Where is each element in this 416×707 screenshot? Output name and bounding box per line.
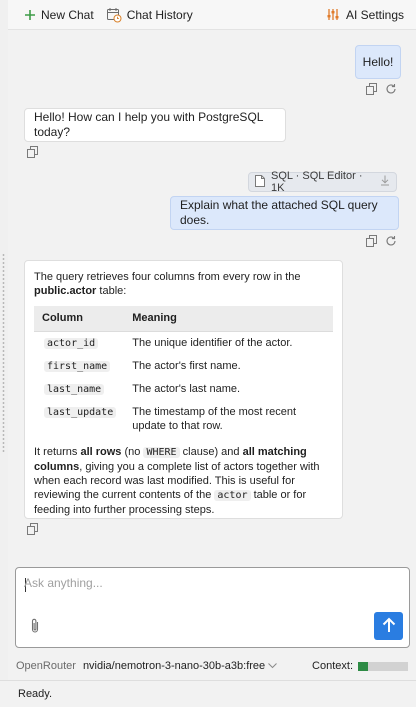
table-header: Meaning	[124, 306, 333, 332]
assistant-answer: The query retrieves four columns from ev…	[24, 260, 343, 519]
copy-icon[interactable]	[366, 83, 378, 95]
prompt-input[interactable]	[24, 576, 394, 598]
answer-intro: The query retrieves four columns from ev…	[34, 271, 301, 297]
table-row: actor_id The unique identifier of the ac…	[34, 332, 333, 356]
toolbar: New Chat Chat History AI Settings	[8, 0, 416, 30]
message-text: Explain what the attached SQL query does…	[180, 198, 378, 227]
arrow-up-icon	[382, 617, 396, 636]
new-chat-button[interactable]: New Chat	[20, 3, 98, 27]
column-name: first_name	[44, 361, 111, 372]
ai-settings-label: AI Settings	[345, 7, 404, 22]
plus-icon	[24, 9, 36, 21]
table-row: first_name The actor's first name.	[34, 355, 333, 378]
model-name: nvidia/nemotron-3-nano-30b-a3b:free	[82, 660, 266, 672]
file-icon	[255, 174, 265, 190]
model-selector[interactable]: nvidia/nemotron-3-nano-30b-a3b:free	[82, 660, 278, 672]
download-icon[interactable]	[380, 175, 390, 189]
copy-icon[interactable]	[27, 146, 39, 158]
column-meaning: The actor's first name.	[132, 360, 241, 372]
attachment-label: SQL · SQL Editor · 1K	[271, 170, 363, 194]
model-bar: OpenRouter nvidia/nemotron-3-nano-30b-a3…	[8, 654, 416, 678]
retry-icon[interactable]	[385, 83, 397, 95]
status-text: Ready.	[18, 688, 53, 700]
context-usage-fill	[358, 661, 368, 671]
retry-icon[interactable]	[385, 235, 397, 247]
column-name: last_update	[44, 407, 117, 418]
provider-label: OpenRouter	[16, 660, 76, 672]
column-meaning: The actor's last name.	[132, 383, 241, 395]
ai-settings-button[interactable]: AI Settings	[322, 3, 408, 27]
attachment-chip[interactable]: SQL · SQL Editor · 1K	[248, 170, 397, 194]
user-message: Explain what the attached SQL query does…	[170, 196, 399, 230]
settings-sparkle-icon	[326, 7, 341, 22]
column-name: last_name	[44, 384, 105, 395]
new-chat-label: New Chat	[41, 7, 94, 22]
chat-history-label: Chat History	[126, 7, 193, 22]
context-label: Context:	[312, 660, 353, 672]
status-bar: Ready.	[0, 680, 416, 707]
context-usage-bar	[358, 661, 408, 671]
message-text: Hello!	[362, 54, 394, 69]
send-button[interactable]	[374, 612, 403, 640]
table-name: public.actor	[34, 285, 97, 297]
table-row: last_name The actor's last name.	[34, 378, 333, 401]
chat-history-button[interactable]: Chat History	[102, 3, 197, 27]
columns-table: Column Meaning actor_id The unique ident…	[34, 306, 333, 437]
paperclip-icon[interactable]	[30, 618, 40, 637]
column-meaning: The timestamp of the most recent update …	[132, 406, 297, 432]
copy-icon[interactable]	[366, 235, 378, 247]
calendar-clock-icon	[106, 7, 122, 23]
answer-summary: It returns all rows (no WHERE clause) an…	[34, 446, 320, 516]
chat-transcript[interactable]: Hello! Hello! How can I help you with Po…	[8, 31, 416, 561]
prompt-input-box[interactable]	[15, 567, 410, 648]
inline-code: actor	[214, 490, 251, 501]
inline-code: WHERE	[143, 447, 180, 458]
column-name: actor_id	[44, 338, 99, 349]
table-header: Column	[34, 306, 125, 332]
panel-resize-grip[interactable]	[0, 0, 8, 707]
copy-icon[interactable]	[27, 523, 39, 535]
chevron-down-icon	[268, 660, 278, 672]
column-meaning: The unique identifier of the actor.	[132, 337, 293, 349]
message-text: Hello! How can I help you with PostgreSQ…	[34, 110, 264, 139]
assistant-message: Hello! How can I help you with PostgreSQ…	[24, 108, 286, 142]
user-message: Hello!	[355, 45, 401, 79]
table-row: last_update The timestamp of the most re…	[34, 401, 333, 437]
